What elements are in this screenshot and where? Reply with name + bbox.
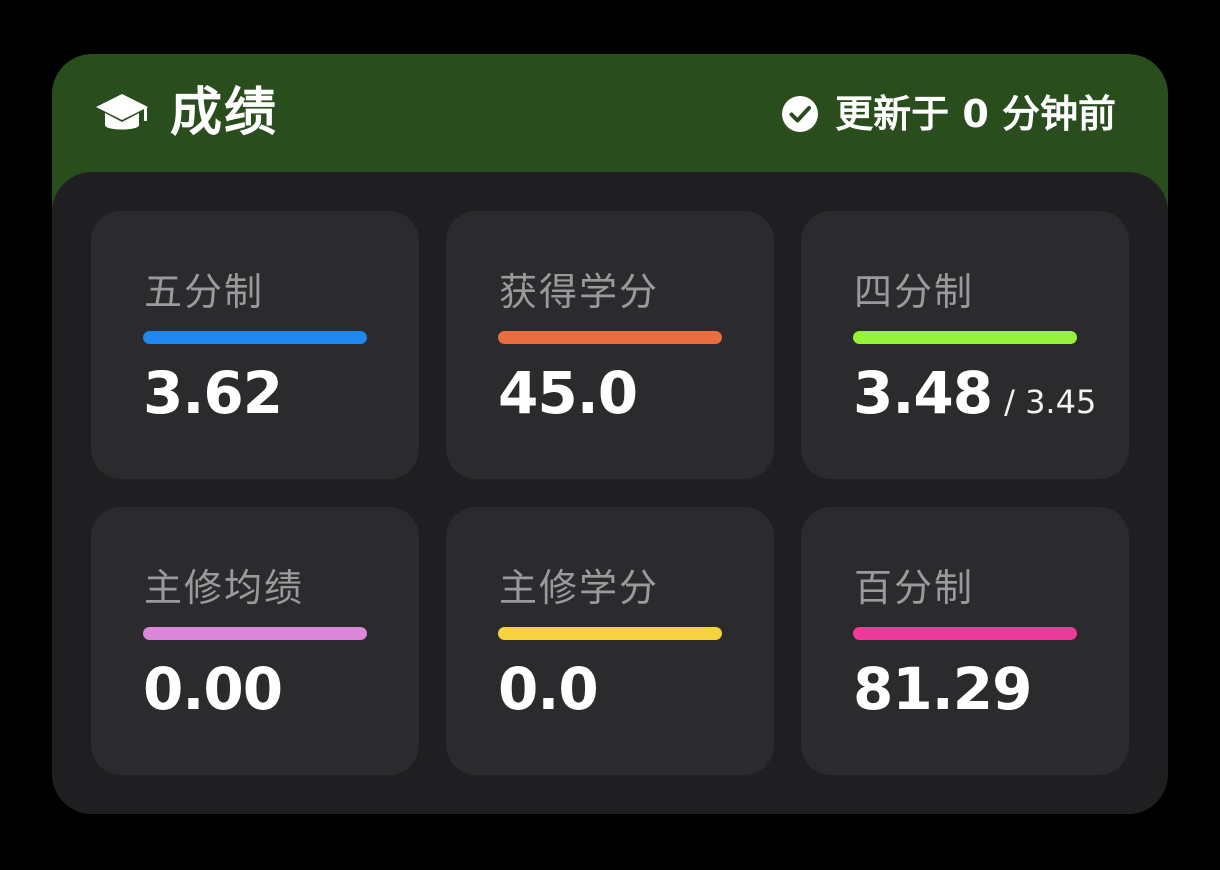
card-value-main: 45.0 — [498, 359, 638, 427]
card-major-credits: 主修学分 0.0 — [446, 507, 774, 775]
card-four-point-gpa: 四分制 3.48 / 3.45 — [801, 211, 1129, 479]
card-accent-bar — [853, 331, 1077, 344]
card-accent-bar — [853, 627, 1077, 640]
grades-widget[interactable]: 成绩 更新于 0 分钟前 五分制 3.62 获得学分 45.0 四分制 3.48… — [52, 54, 1168, 814]
grade-card-grid: 五分制 3.62 获得学分 45.0 四分制 3.48 / 3.45 主修均绩 … — [91, 211, 1129, 776]
graduation-cap-icon — [96, 94, 148, 130]
card-label: 百分制 — [854, 566, 975, 610]
card-value: 3.62 — [143, 359, 283, 427]
card-value: 45.0 — [498, 359, 638, 427]
card-earned-credits: 获得学分 45.0 — [446, 211, 774, 479]
card-value-main: 3.62 — [143, 359, 283, 427]
check-circle-icon — [782, 96, 819, 132]
update-status-text: 更新于 0 分钟前 — [835, 92, 1116, 136]
card-value-main: 0.00 — [143, 655, 283, 723]
card-hundred-point-score: 百分制 81.29 — [801, 507, 1129, 775]
card-value-main: 81.29 — [853, 655, 1032, 723]
card-value: 0.00 — [143, 655, 283, 723]
widget-header: 成绩 更新于 0 分钟前 — [52, 54, 1168, 172]
card-accent-bar — [498, 331, 722, 344]
card-value-secondary: / 3.45 — [1004, 383, 1097, 421]
card-label: 主修均绩 — [144, 566, 305, 610]
widget-title: 成绩 — [170, 83, 279, 143]
card-label: 主修学分 — [499, 566, 660, 610]
card-label: 四分制 — [854, 270, 975, 314]
card-value: 0.0 — [498, 655, 599, 723]
update-status: 更新于 0 分钟前 — [781, 88, 1116, 140]
card-value-main: 0.0 — [498, 655, 599, 723]
card-label: 获得学分 — [499, 270, 660, 314]
card-value: 3.48 / 3.45 — [853, 359, 1096, 427]
card-major-gpa: 主修均绩 0.00 — [91, 507, 419, 775]
card-accent-bar — [143, 331, 367, 344]
card-value-main: 3.48 — [853, 359, 993, 427]
card-value: 81.29 — [853, 655, 1032, 723]
card-label: 五分制 — [144, 270, 265, 314]
card-five-point-gpa: 五分制 3.62 — [91, 211, 419, 479]
card-accent-bar — [143, 627, 367, 640]
widget-body: 五分制 3.62 获得学分 45.0 四分制 3.48 / 3.45 主修均绩 … — [52, 172, 1168, 814]
card-accent-bar — [498, 627, 722, 640]
